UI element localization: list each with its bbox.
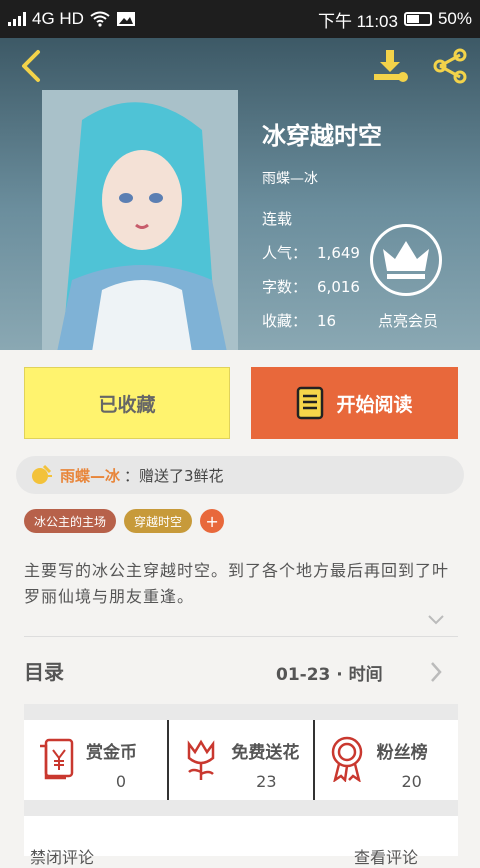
popularity-label: 人气： bbox=[262, 244, 308, 262]
view-comments-link[interactable]: 查看评论 bbox=[354, 844, 418, 868]
collected-label: 已收藏 bbox=[98, 393, 156, 416]
status-bar: 4G HD 下午 11:03 50% bbox=[0, 0, 480, 38]
collected-button[interactable]: 已收藏 bbox=[24, 367, 230, 439]
flower-icon bbox=[188, 739, 215, 780]
gift-user[interactable]: 雨蝶—冰 bbox=[60, 465, 120, 486]
chevron-right-icon[interactable] bbox=[428, 660, 444, 684]
words-value: 6,016 bbox=[317, 278, 360, 296]
word-count-stat: 字数： 6,016 bbox=[262, 276, 370, 297]
gift-notice: 雨蝶—冰 ：赠送了3鲜花 bbox=[16, 456, 464, 494]
favorites-stat: 收藏： 16 bbox=[262, 310, 346, 331]
tag-list: 冰公主的主场 穿越时空 + bbox=[24, 509, 225, 533]
start-reading-label: 开始阅读 bbox=[336, 393, 413, 416]
gift-flower-icon bbox=[32, 464, 52, 484]
book-title: 冰穿越时空 bbox=[262, 121, 382, 150]
medal-icon bbox=[331, 736, 362, 782]
share-icon[interactable] bbox=[430, 48, 470, 84]
favorites-label: 收藏： bbox=[262, 312, 308, 330]
comments-section: 禁闭评论 查看评论 bbox=[24, 816, 458, 867]
book-cover-image bbox=[42, 90, 238, 350]
reward-coins-button[interactable]: 赏金币 0 bbox=[24, 720, 167, 800]
tag-item[interactable]: 穿越时空 bbox=[124, 509, 193, 533]
red-envelope-icon bbox=[40, 738, 74, 780]
tag-item[interactable]: 冰公主的主场 bbox=[24, 509, 117, 533]
gift-text: ：赠送了3鲜花 bbox=[124, 466, 224, 485]
reward-value: 23 bbox=[256, 772, 277, 791]
book-status: 连载 bbox=[262, 210, 293, 228]
book-header: 冰穿越时空 雨蝶—冰 连载 人气： 1,649 字数： 6,016 收藏： 16 点亮… bbox=[0, 38, 480, 350]
download-icon[interactable] bbox=[370, 48, 410, 84]
reward-value: 20 bbox=[401, 772, 422, 791]
section-separator bbox=[24, 704, 458, 720]
battery-icon bbox=[403, 12, 432, 26]
comments-heading: 禁闭评论 bbox=[30, 848, 95, 867]
network-type: 4G HD bbox=[32, 9, 84, 28]
popularity-stat: 人气： 1,649 bbox=[262, 242, 370, 263]
crown-icon bbox=[383, 241, 429, 279]
reward-label: 粉丝榜 bbox=[376, 743, 428, 763]
book-icon bbox=[297, 386, 324, 420]
fan-ranking-button[interactable]: 粉丝榜 20 bbox=[312, 720, 458, 800]
reward-label: 赏金币 bbox=[86, 743, 137, 763]
popularity-value: 1,649 bbox=[317, 244, 360, 262]
wifi-icon bbox=[90, 11, 110, 27]
chevron-down-icon[interactable] bbox=[426, 612, 446, 628]
book-description: 主要写的冰公主穿越时空。到了各个地方最后再回到了叶罗丽仙境与朋友重逢。 bbox=[24, 561, 450, 606]
vip-label[interactable]: 点亮会员 bbox=[378, 310, 438, 331]
reward-label: 免费送花 bbox=[231, 743, 300, 763]
image-notification-icon bbox=[116, 12, 135, 26]
send-flower-button[interactable]: 免费送花 23 bbox=[167, 720, 312, 800]
signal-icon bbox=[8, 12, 26, 26]
section-separator bbox=[24, 800, 458, 816]
add-tag-button[interactable]: + bbox=[200, 509, 225, 533]
battery-percent: 50% bbox=[437, 9, 472, 28]
reward-value: 0 bbox=[115, 772, 127, 791]
favorites-value: 16 bbox=[317, 312, 337, 330]
start-reading-button[interactable]: 开始阅读 bbox=[251, 367, 458, 439]
reward-bar: 赏金币 0 免费送花 23 粉丝榜 20 bbox=[24, 720, 458, 800]
divider bbox=[24, 636, 458, 637]
book-author[interactable]: 雨蝶—冰 bbox=[262, 168, 318, 188]
back-arrow-icon[interactable] bbox=[14, 48, 50, 84]
vip-crown-button[interactable] bbox=[370, 224, 442, 296]
toc-label[interactable]: 目录 bbox=[24, 656, 64, 685]
clock: 下午 11:03 bbox=[317, 11, 398, 31]
toc-chapter-info[interactable]: 01-23 · 时间 bbox=[276, 660, 383, 685]
words-label: 字数： bbox=[262, 278, 308, 296]
